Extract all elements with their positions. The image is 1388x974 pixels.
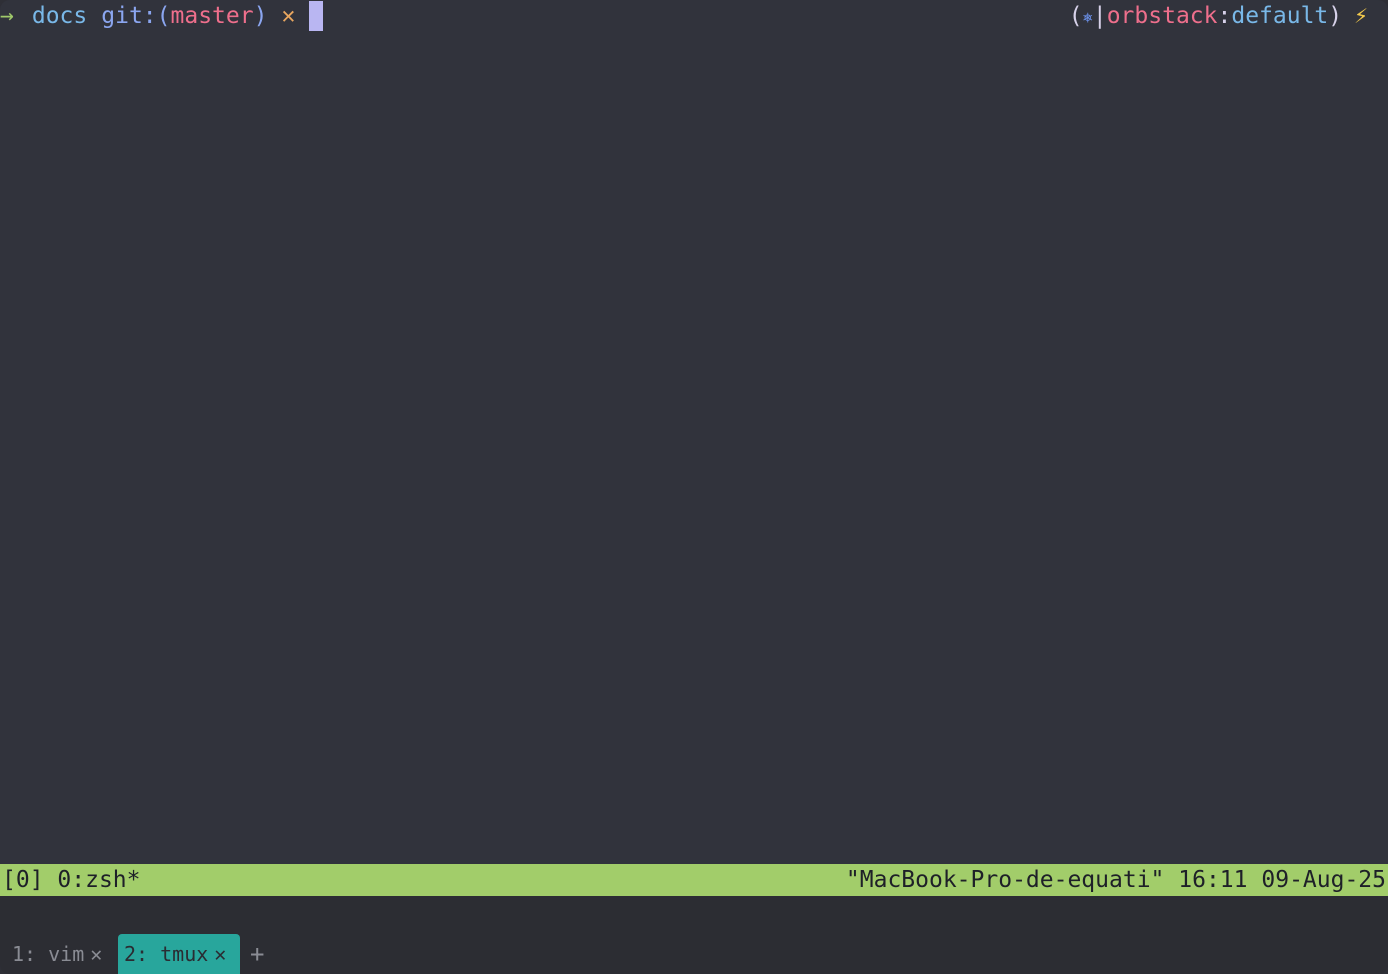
session-index: [0]: [2, 867, 44, 893]
k8s-namespace: default: [1231, 3, 1329, 29]
k8s-open-paren: (: [1068, 3, 1083, 29]
prompt-arrow-icon: →: [0, 3, 14, 29]
clock-time: 16:11: [1178, 867, 1248, 893]
branch-open-paren: (: [156, 3, 171, 29]
prompt-line: → docs git:(master) ✕ (⎈|orbstack:default) ⚡: [0, 0, 1388, 32]
hostname: "MacBook-Pro-de-equati": [845, 867, 1165, 893]
current-directory: docs: [31, 3, 88, 29]
git-branch: master: [170, 3, 254, 29]
window-list-item[interactable]: 0:zsh*: [57, 867, 140, 893]
close-icon[interactable]: ✕: [90, 942, 102, 966]
text-cursor: [309, 1, 324, 31]
tab-vim[interactable]: 1: vim ✕: [6, 934, 108, 974]
k8s-separator: |: [1092, 3, 1107, 29]
close-icon[interactable]: ✕: [214, 942, 226, 966]
status-right: "MacBook-Pro-de-equati" 16:11 09-Aug-25: [846, 864, 1386, 896]
lightning-bolt-icon: ⚡: [1354, 3, 1368, 29]
k8s-colon: :: [1217, 3, 1232, 29]
clock-date: 09-Aug-25: [1261, 867, 1386, 893]
tab-tmux[interactable]: 2: tmux ✕: [118, 934, 240, 974]
prompt-right: (⎈|orbstack:default) ⚡: [1069, 0, 1368, 34]
tab-label: 2: tmux: [124, 942, 209, 966]
tmux-status-bar: [0] 0:zsh* "MacBook-Pro-de-equati" 16:11…: [0, 864, 1388, 896]
terminal-window: → docs git:(master) ✕ (⎈|orbstack:default) ⚡…: [0, 0, 1388, 974]
k8s-close-paren: ): [1328, 3, 1343, 29]
kubernetes-helm-icon: ⎈: [1082, 8, 1093, 28]
k8s-context: orbstack: [1106, 3, 1218, 29]
branch-close-paren: ): [253, 3, 268, 29]
terminal-pane[interactable]: → docs git:(master) ✕ (⎈|orbstack:default) ⚡: [0, 0, 1388, 864]
status-left: [0] 0:zsh*: [2, 864, 141, 896]
tab-label: 1: vim: [12, 942, 85, 966]
dirty-marker-icon: ✕: [281, 3, 296, 29]
tab-bar: 1: vim ✕ 2: tmux ✕ +: [0, 896, 1388, 974]
prompt-left: → docs git:(master) ✕: [0, 0, 324, 32]
git-label: git:: [101, 3, 157, 29]
new-tab-button[interactable]: +: [250, 934, 264, 974]
